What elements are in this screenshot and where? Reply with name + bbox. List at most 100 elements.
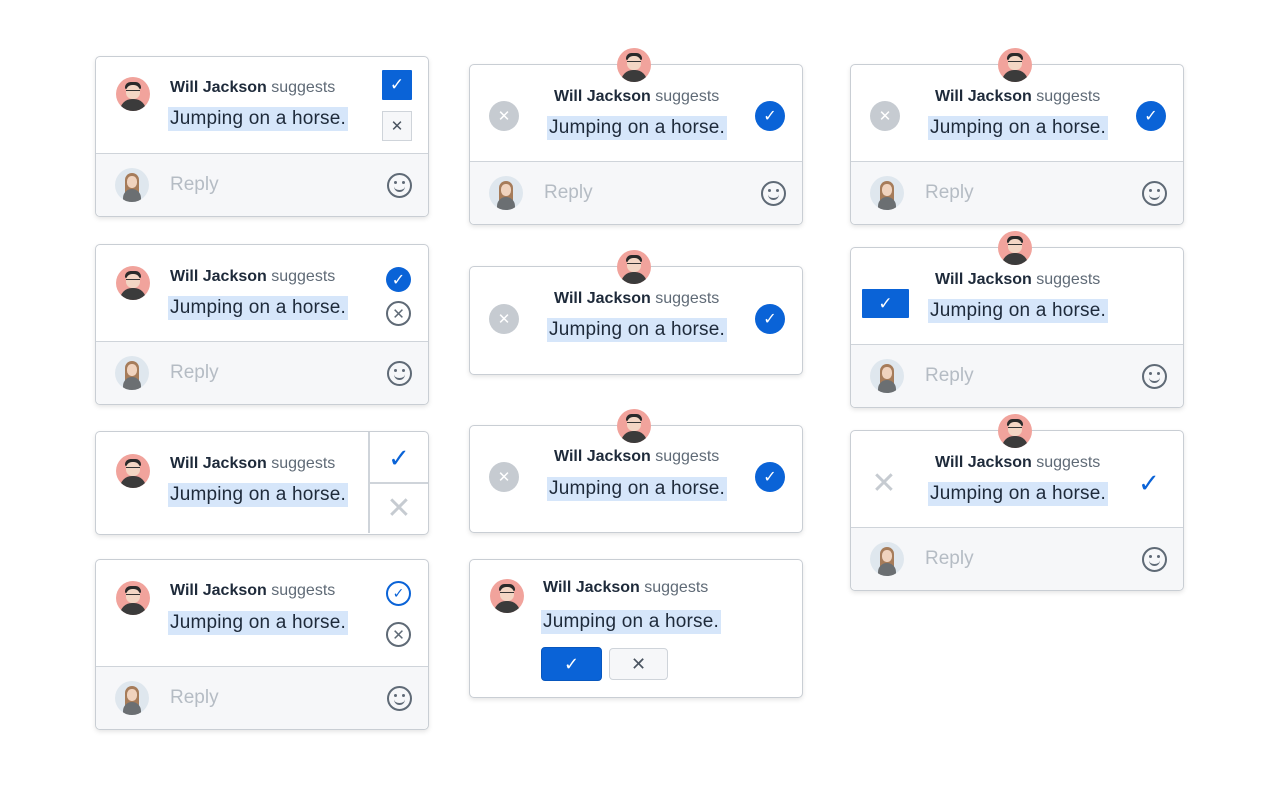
user-avatar: [489, 176, 523, 210]
close-icon: ✕: [878, 108, 892, 125]
suggestion-card: Will Jackson suggests Jumping on a horse…: [850, 414, 1184, 591]
reply-bar: Reply: [470, 161, 802, 224]
accept-button[interactable]: ✓: [382, 70, 412, 100]
author-name: Will Jackson: [170, 582, 267, 599]
accept-button[interactable]: ✓: [1136, 101, 1166, 131]
author-line: Will Jackson suggests: [935, 88, 1100, 106]
accept-button[interactable]: ✓: [1134, 468, 1164, 498]
reject-button[interactable]: ✕: [869, 466, 899, 500]
author-line: Will Jackson suggests: [554, 88, 719, 106]
suggestion-card: Will Jackson suggests Jumping on a horse…: [95, 431, 429, 535]
user-avatar: [115, 168, 149, 202]
smiley-icon[interactable]: [1142, 364, 1167, 389]
reply-input[interactable]: Reply: [544, 182, 593, 204]
author-line: Will Jackson suggests: [543, 579, 708, 597]
suggested-text: Jumping on a horse.: [541, 610, 721, 634]
author-avatar: [116, 581, 150, 615]
suggested-text: Jumping on a horse.: [547, 477, 727, 501]
author-avatar: [617, 250, 651, 284]
author-line: Will Jackson suggests: [170, 582, 335, 600]
check-icon: ✓: [392, 585, 405, 601]
accept-button[interactable]: ✓: [755, 101, 785, 131]
accept-button[interactable]: ✓: [862, 289, 909, 318]
smiley-icon[interactable]: [1142, 181, 1167, 206]
suggested-text: Jumping on a horse.: [928, 116, 1108, 140]
author-line: Will Jackson suggests: [554, 290, 719, 308]
suggestion-card: Will Jackson suggests Jumping on a horse…: [469, 250, 803, 375]
author-avatar: [617, 48, 651, 82]
smiley-icon[interactable]: [387, 173, 412, 198]
reject-button[interactable]: ✕: [370, 484, 428, 532]
author-name: Will Jackson: [554, 448, 651, 465]
check-icon: ✓: [563, 653, 580, 674]
author-avatar: [116, 454, 150, 488]
suggests-label: suggests: [271, 582, 336, 599]
author-name: Will Jackson: [170, 79, 267, 96]
close-icon: ✕: [497, 311, 511, 328]
reply-input[interactable]: Reply: [925, 182, 974, 204]
accept-button[interactable]: ✓: [386, 581, 411, 606]
author-avatar: [998, 414, 1032, 448]
user-avatar: [115, 356, 149, 390]
author-name: Will Jackson: [554, 88, 651, 105]
author-name: Will Jackson: [170, 268, 267, 285]
accept-button[interactable]: ✓: [755, 304, 785, 334]
reply-bar: Reply: [851, 161, 1183, 224]
suggested-text: Jumping on a horse.: [547, 116, 727, 140]
suggests-label: suggests: [1036, 271, 1101, 288]
suggested-text: Jumping on a horse.: [547, 318, 727, 342]
check-icon: ✓: [1144, 108, 1158, 125]
reply-input[interactable]: Reply: [170, 687, 219, 709]
suggests-label: suggests: [655, 290, 720, 307]
close-icon: ✕: [497, 469, 511, 486]
close-icon: ✕: [390, 118, 404, 135]
reject-button[interactable]: ✕: [489, 101, 519, 131]
suggestion-card: Will Jackson suggests Jumping on a horse…: [95, 559, 429, 730]
suggests-label: suggests: [644, 579, 709, 596]
reply-input[interactable]: Reply: [925, 365, 974, 387]
accept-button[interactable]: ✓: [755, 462, 785, 492]
suggestion-card: Will Jackson suggests Jumping on a horse…: [469, 48, 803, 225]
reply-input[interactable]: Reply: [170, 362, 219, 384]
smiley-icon[interactable]: [1142, 547, 1167, 572]
reject-button[interactable]: ✕: [382, 111, 412, 141]
suggests-label: suggests: [271, 79, 336, 96]
check-icon: ✓: [388, 442, 410, 473]
reject-button[interactable]: ✕: [386, 622, 411, 647]
close-icon: ✕: [392, 305, 405, 323]
reject-button[interactable]: ✕: [609, 648, 668, 680]
check-icon: ✓: [763, 469, 777, 486]
reply-bar: Reply: [851, 344, 1183, 407]
reject-button[interactable]: ✕: [489, 462, 519, 492]
user-avatar: [115, 681, 149, 715]
suggested-text: Jumping on a horse.: [168, 107, 348, 131]
reject-button[interactable]: ✕: [489, 304, 519, 334]
suggestion-card: Will Jackson suggests Jumping on a horse…: [469, 409, 803, 533]
suggests-label: suggests: [655, 448, 720, 465]
suggestion-card: Will Jackson suggests Jumping on a horse…: [95, 56, 429, 217]
smiley-icon[interactable]: [761, 181, 786, 206]
check-icon: ✓: [878, 293, 893, 313]
author-line: Will Jackson suggests: [170, 455, 335, 473]
author-name: Will Jackson: [170, 455, 267, 472]
reject-button[interactable]: ✕: [386, 301, 411, 326]
author-avatar: [998, 231, 1032, 265]
author-line: Will Jackson suggests: [170, 79, 335, 97]
accept-button[interactable]: ✓: [386, 267, 411, 292]
reject-button[interactable]: ✕: [870, 101, 900, 131]
reply-bar: Reply: [96, 341, 428, 404]
smiley-icon[interactable]: [387, 686, 412, 711]
reply-input[interactable]: Reply: [170, 174, 219, 196]
check-icon: ✓: [389, 75, 405, 94]
close-icon: ✕: [497, 108, 511, 125]
suggested-text: Jumping on a horse.: [928, 299, 1108, 323]
suggests-label: suggests: [271, 455, 336, 472]
accept-button[interactable]: ✓: [541, 647, 602, 681]
author-avatar: [116, 77, 150, 111]
suggestion-card: Will Jackson suggests Jumping on a horse…: [850, 48, 1184, 225]
smiley-icon[interactable]: [387, 361, 412, 386]
author-name: Will Jackson: [935, 88, 1032, 105]
reply-input[interactable]: Reply: [925, 548, 974, 570]
close-icon: ✕: [871, 466, 897, 500]
accept-button[interactable]: ✓: [370, 434, 428, 482]
